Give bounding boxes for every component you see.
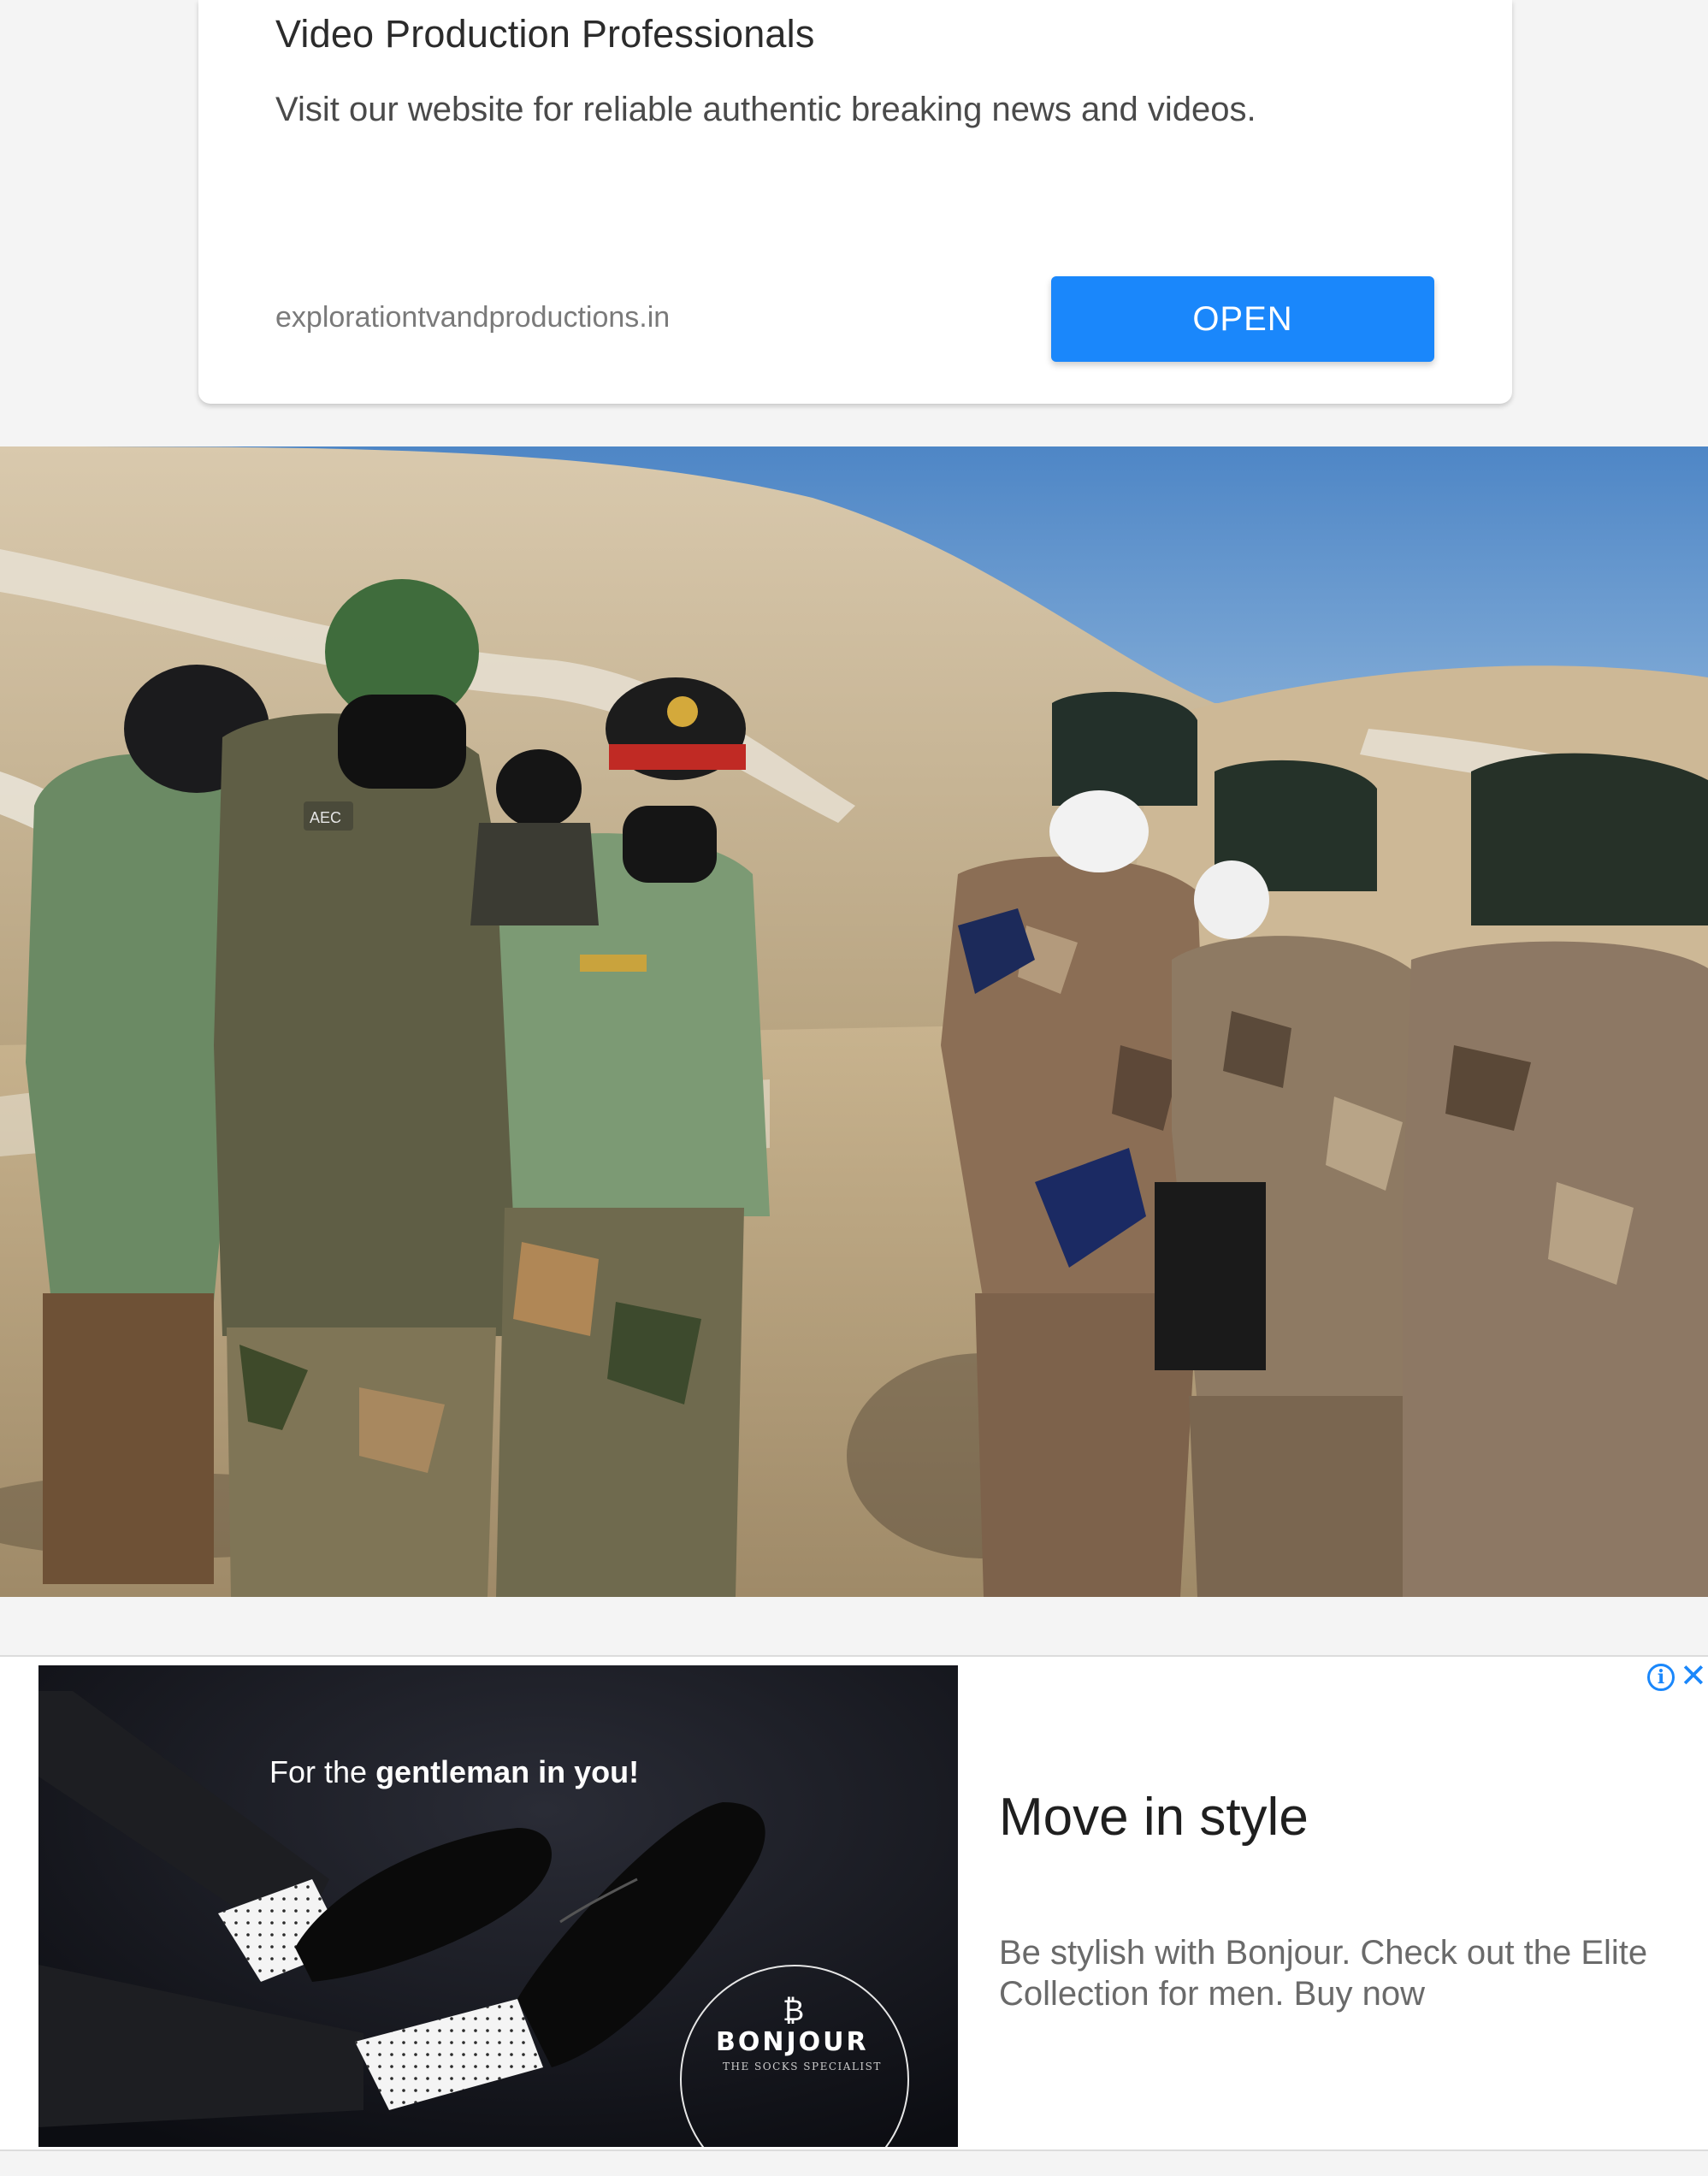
ad-domain[interactable]: explorationtvandproductions.in xyxy=(275,301,670,334)
ad-body-text[interactable]: Be stylish with Bonjour. Check out the E… xyxy=(999,1932,1666,2014)
brand-name: BONJOUR xyxy=(716,2027,869,2057)
ad-title: Video Production Professionals xyxy=(275,12,815,56)
close-icon[interactable]: ✕ xyxy=(1680,1659,1707,1693)
photo-illustration: AEC xyxy=(0,446,1708,1597)
ad-tagline: For the gentleman in you! xyxy=(269,1754,639,1790)
brand-logo-icon: ₿ xyxy=(783,1995,805,2027)
tagline-bold: gentleman in you! xyxy=(375,1754,640,1789)
top-ad-card[interactable]: Video Production Professionals Visit our… xyxy=(198,0,1512,404)
open-button[interactable]: OPEN xyxy=(1051,276,1434,362)
brand-subtitle: THE SOCKS SPECIALIST xyxy=(723,2061,882,2073)
ad-description: Visit our website for reliable authentic… xyxy=(275,91,1256,128)
tagline-prefix: For the xyxy=(269,1754,376,1789)
info-icon[interactable]: i xyxy=(1647,1664,1675,1691)
ad-headline[interactable]: Move in style xyxy=(999,1787,1309,1848)
aec-patch-text: AEC xyxy=(310,809,341,826)
news-photo: AEC xyxy=(0,446,1708,1597)
bottom-ad[interactable]: For the gentleman in you! ₿ BONJOUR THE … xyxy=(0,1655,1708,2151)
ad-creative-image[interactable]: For the gentleman in you! ₿ BONJOUR THE … xyxy=(38,1665,958,2147)
